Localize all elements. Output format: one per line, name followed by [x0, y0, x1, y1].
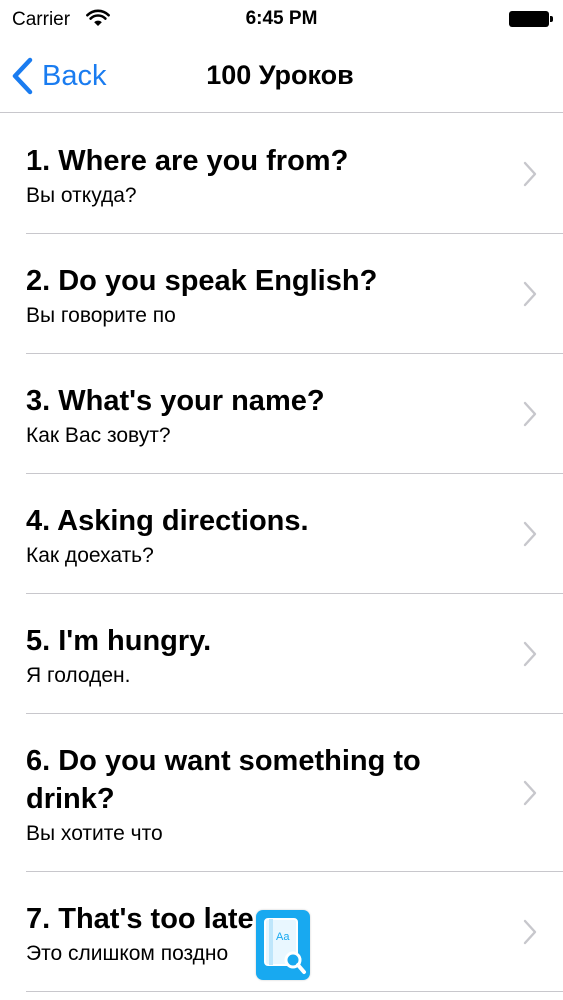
lesson-item-6[interactable]: 6. Do you want something to drink? Вы хо…	[0, 714, 563, 872]
app-screen: Carrier 6:45 PM Back 100 Уроков 1. Where…	[0, 0, 563, 1000]
lesson-subtitle: Я голоден.	[26, 664, 131, 687]
chevron-right-icon	[523, 919, 537, 945]
back-chevron-icon	[12, 57, 33, 95]
lesson-title: 4. Asking directions.	[26, 505, 309, 537]
lesson-subtitle: Вы говорите по	[26, 304, 176, 327]
lesson-list: 1. Where are you from? Вы откуда? 2. Do …	[0, 114, 563, 992]
page-title: 100 Уроков	[206, 60, 354, 90]
lesson-subtitle: Как Вас зовут?	[26, 424, 171, 447]
lesson-title: 1. Where are you from?	[26, 145, 349, 177]
lesson-subtitle: Вы откуда?	[26, 184, 137, 207]
chevron-right-icon	[523, 641, 537, 667]
dictionary-search-button[interactable]: Aa	[256, 910, 310, 980]
chevron-right-icon	[523, 281, 537, 307]
navigation-bar: Back 100 Уроков	[0, 40, 563, 113]
lesson-title: 6. Do you want something to drink?	[26, 745, 421, 815]
status-time: 6:45 PM	[245, 8, 318, 29]
battery-icon	[509, 11, 553, 27]
chevron-right-icon	[523, 521, 537, 547]
chevron-right-icon	[523, 780, 537, 806]
status-bar: Carrier 6:45 PM	[0, 0, 563, 40]
lesson-subtitle: Вы хотите что	[26, 822, 163, 845]
dictionary-icon-text: Aa	[276, 931, 290, 943]
lesson-item-4[interactable]: 4. Asking directions. Как доехать?	[0, 474, 563, 594]
back-button[interactable]: Back	[10, 54, 140, 98]
lesson-item-5[interactable]: 5. I'm hungry. Я голоден.	[0, 594, 563, 714]
lesson-title: 2. Do you speak English?	[26, 265, 378, 297]
lesson-subtitle: Как доехать?	[26, 544, 154, 567]
back-button-label: Back	[42, 59, 107, 92]
chevron-right-icon	[523, 401, 537, 427]
lesson-item-2[interactable]: 2. Do you speak English? Вы говорите по	[0, 234, 563, 354]
lesson-title: 5. I'm hungry.	[26, 625, 212, 657]
lesson-item-3[interactable]: 3. What's your name? Как Вас зовут?	[0, 354, 563, 474]
chevron-right-icon	[523, 161, 537, 187]
dictionary-search-icon: Aa	[264, 918, 306, 974]
lesson-title: 3. What's your name?	[26, 385, 325, 417]
lesson-item-1[interactable]: 1. Where are you from? Вы откуда?	[0, 114, 563, 234]
